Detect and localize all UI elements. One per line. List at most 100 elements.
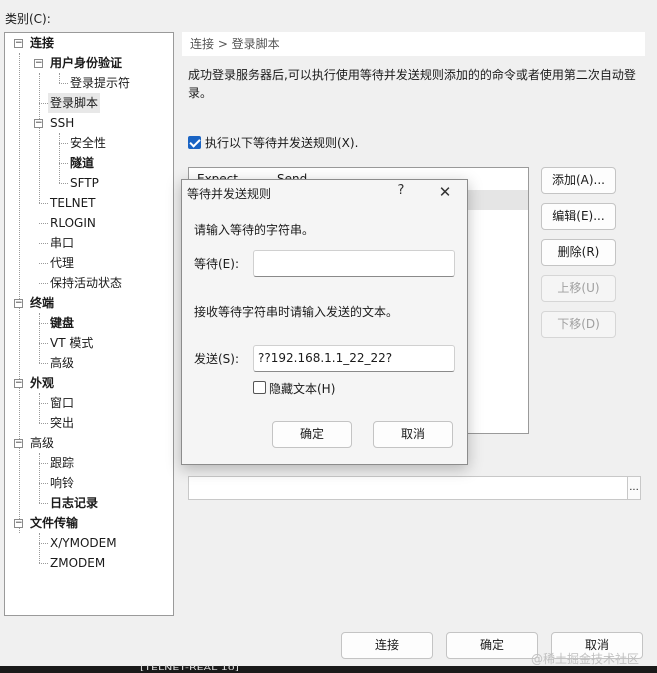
tree-connector: [39, 343, 48, 344]
background-window-text: [TELNET-REAL 10]: [140, 664, 239, 672]
collapse-icon[interactable]: −: [14, 379, 23, 388]
tree-item-label: 串口: [50, 236, 75, 250]
ok-button[interactable]: 确定: [446, 632, 538, 659]
hide-text-label[interactable]: 隐藏文本(H): [269, 380, 335, 397]
tree-item[interactable]: 保持活动状态: [5, 273, 173, 293]
tree-item-label: 用户身份验证: [50, 56, 123, 70]
tree-item[interactable]: 安全性: [5, 133, 173, 153]
tree-item-label: X/YMODEM: [50, 536, 117, 550]
tree-item[interactable]: RLOGIN: [5, 213, 173, 233]
execute-rules-checkbox[interactable]: [188, 136, 201, 149]
dialog-cancel-button[interactable]: 取消: [373, 421, 453, 448]
tree-item[interactable]: 响铃: [5, 473, 173, 493]
tree-item-label: 登录脚本: [48, 93, 101, 113]
tree-connector: [39, 463, 48, 464]
tree-item-label: TELNET: [50, 196, 96, 210]
execute-rules-label[interactable]: 执行以下等待并发送规则(X).: [205, 134, 358, 151]
tree-item[interactable]: − SSH: [5, 113, 173, 133]
tree-item[interactable]: SFTP: [5, 173, 173, 193]
tree-item[interactable]: − 高级: [5, 433, 173, 453]
tree-connector: [39, 423, 48, 424]
tree-item-label: 窗口: [50, 396, 75, 410]
tree-item-label: RLOGIN: [50, 216, 96, 230]
tree-item-label: 安全性: [70, 136, 107, 150]
tree-connector: [59, 183, 68, 184]
breadcrumb: 连接 > 登录脚本: [182, 32, 645, 56]
tree-connector: [39, 503, 48, 504]
dialog-ok-button[interactable]: 确定: [272, 421, 352, 448]
tree-item-label: SFTP: [70, 176, 99, 190]
tree-item-label: VT 模式: [50, 336, 94, 350]
wait-send-rule-dialog[interactable]: 等待并发送规则 ? ✕ 请输入等待的字符串。 等待(E): 接收等待字符串时请输…: [181, 179, 468, 465]
background-window-strip: [TELNET-REAL 10]: [0, 664, 657, 673]
tree-item-label: 保持活动状态: [50, 276, 123, 290]
send-prompt: 接收等待字符串时请输入发送的文本。: [194, 305, 399, 319]
edit-button[interactable]: 编辑(E)...: [541, 203, 616, 230]
script-path-field[interactable]: [188, 476, 628, 500]
tree-item-label: 登录提示符: [70, 76, 131, 90]
tree-connector: [39, 223, 48, 224]
dialog-title: 等待并发送规则: [187, 187, 272, 201]
delete-button[interactable]: 删除(R): [541, 239, 616, 266]
tree-connector: [39, 563, 48, 564]
tree-item[interactable]: TELNET: [5, 193, 173, 213]
tree-item[interactable]: − 外观: [5, 373, 173, 393]
wait-input[interactable]: [253, 250, 455, 277]
tree-item-label: 日志记录: [50, 496, 99, 510]
move-up-button[interactable]: 上移(U): [541, 275, 616, 302]
tree-item[interactable]: 登录提示符: [5, 73, 173, 93]
tree-item-label: 外观: [30, 376, 55, 390]
collapse-icon[interactable]: −: [14, 519, 23, 528]
hide-text-checkbox[interactable]: [253, 381, 266, 394]
tree-item[interactable]: 登录脚本: [5, 93, 173, 113]
tree-item[interactable]: 键盘: [5, 313, 173, 333]
tree-item[interactable]: 代理: [5, 253, 173, 273]
tree-item[interactable]: 跟踪: [5, 453, 173, 473]
collapse-icon[interactable]: −: [34, 119, 43, 128]
tree-item[interactable]: 突出: [5, 413, 173, 433]
tree-item-label: 终端: [30, 296, 55, 310]
tree-item-label: 跟踪: [50, 456, 75, 470]
close-icon[interactable]: ✕: [434, 181, 456, 203]
tree-item-label: 键盘: [50, 316, 75, 330]
browse-button[interactable]: ...: [627, 476, 641, 500]
tree-item[interactable]: 日志记录: [5, 493, 173, 513]
tree-connector: [39, 323, 48, 324]
tree-item[interactable]: 串口: [5, 233, 173, 253]
collapse-icon[interactable]: −: [14, 439, 23, 448]
tree-connector: [39, 403, 48, 404]
tree-item[interactable]: 高级: [5, 353, 173, 373]
wait-prompt: 请输入等待的字符串。: [194, 223, 315, 237]
tree-connector: [59, 143, 68, 144]
tree-item-label: 高级: [30, 436, 55, 450]
tree-connector: [39, 243, 48, 244]
tree-connector: [39, 543, 48, 544]
add-button[interactable]: 添加(A)...: [541, 167, 616, 194]
category-tree[interactable]: − 连接 − 用户身份验证 登录提示符 登录脚本 − SSH 安全性 隧道 SFTP TELNET RL…: [4, 32, 174, 616]
move-down-button[interactable]: 下移(D): [541, 311, 616, 338]
tree-item[interactable]: VT 模式: [5, 333, 173, 353]
tree-item[interactable]: − 终端: [5, 293, 173, 313]
tree-item[interactable]: − 用户身份验证: [5, 53, 173, 73]
tree-connector: [39, 203, 48, 204]
collapse-icon[interactable]: −: [14, 299, 23, 308]
help-icon[interactable]: ?: [394, 183, 408, 198]
tree-item[interactable]: 隧道: [5, 153, 173, 173]
collapse-icon[interactable]: −: [34, 59, 43, 68]
tree-item[interactable]: − 文件传输: [5, 513, 173, 533]
page-description: 成功登录服务器后,可以执行使用等待并发送规则添加的的命令或者使用第二次自动登录。: [188, 68, 636, 100]
connect-button[interactable]: 连接: [341, 632, 433, 659]
tree-item-label: 文件传输: [30, 516, 79, 530]
tree-item[interactable]: ZMODEM: [5, 553, 173, 573]
tree-item[interactable]: 窗口: [5, 393, 173, 413]
tree-item-label: 突出: [50, 416, 75, 430]
tree-connector: [39, 363, 48, 364]
wait-label: 等待(E):: [194, 257, 239, 271]
tree-item[interactable]: X/YMODEM: [5, 533, 173, 553]
tree-connector: [39, 283, 48, 284]
tree-item-label: 连接: [30, 36, 55, 50]
send-input[interactable]: ??192.168.1.1_22_22?: [253, 345, 455, 372]
watermark: @稀土掘金技术社区: [531, 652, 640, 666]
tree-item[interactable]: − 连接: [5, 33, 173, 53]
collapse-icon[interactable]: −: [14, 39, 23, 48]
